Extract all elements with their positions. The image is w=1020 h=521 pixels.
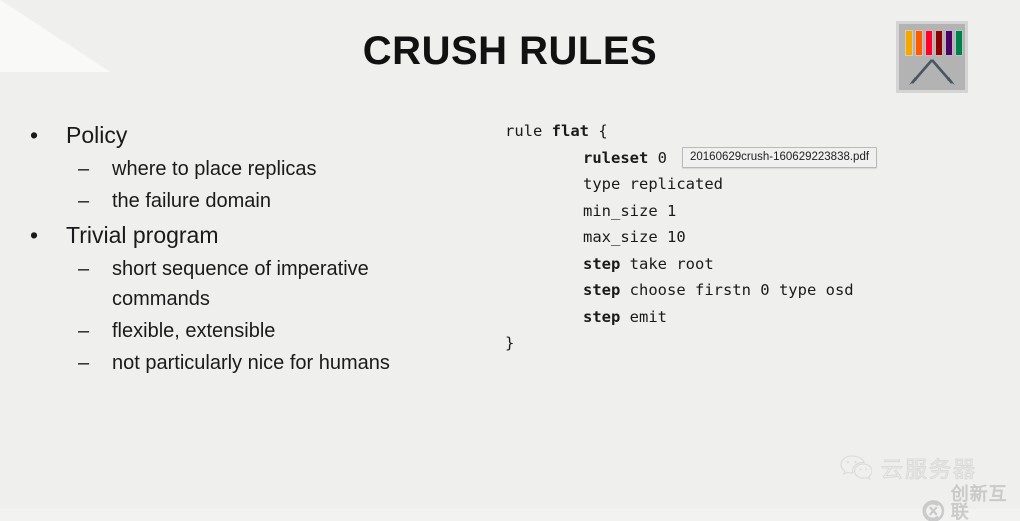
list-item-label: the failure domain xyxy=(112,190,271,212)
list-item: – where to place replicas xyxy=(24,154,484,184)
code-token-bold: step xyxy=(583,254,621,273)
code-token: take root xyxy=(620,254,714,273)
logo-arrow-icon xyxy=(909,59,955,85)
code-token-bold: ruleset xyxy=(583,148,649,167)
bullet-marker-dot: • xyxy=(30,122,39,148)
list-item: • Trivial program xyxy=(24,218,484,252)
list-item-label: not particularly nice for humans xyxy=(112,352,390,374)
bullet-marker-dash: – xyxy=(78,352,90,374)
bullet-marker-dash: – xyxy=(78,158,90,180)
code-token: emit xyxy=(620,307,667,326)
logo-bar-1 xyxy=(905,30,913,56)
list-item: – not particularly nice for humans xyxy=(24,348,484,378)
wechat-watermark: 云服务器 xyxy=(840,452,977,484)
page-title: CRUSH RULES xyxy=(362,29,658,73)
code-token: rule xyxy=(505,122,552,140)
file-name-tooltip: 20160629crush-160629223838.pdf xyxy=(682,147,878,168)
logo-color-bars xyxy=(905,30,963,56)
bullet-marker-dash: – xyxy=(78,190,90,212)
wechat-icon xyxy=(840,455,872,481)
code-token-bold: step xyxy=(583,307,621,326)
code-token: { xyxy=(589,122,608,140)
code-line: } xyxy=(505,334,515,352)
code-line: step take root xyxy=(505,251,854,278)
list-item-label: Trivial program xyxy=(66,222,219,248)
logo-bar-5 xyxy=(945,30,953,56)
code-token-bold: flat xyxy=(551,122,589,140)
wechat-watermark-label: 云服务器 xyxy=(880,458,978,484)
code-token: choose firstn 0 type osd xyxy=(620,281,854,299)
bullet-list: • Policy – where to place replicas – the… xyxy=(24,118,484,380)
code-line: min_size 1 xyxy=(583,201,677,220)
code-line: max_size 10 xyxy=(583,228,686,246)
bottom-strip-decoration xyxy=(0,509,1020,521)
logo-bar-3 xyxy=(925,30,933,56)
slide-canvas: CRUSH RULES • Policy – where to place re… xyxy=(0,0,1020,521)
code-line: step emit xyxy=(505,304,854,331)
list-item: – flexible, extensible xyxy=(24,316,484,346)
code-line: rule flat { xyxy=(505,118,854,145)
logo-bar-6 xyxy=(955,30,963,56)
code-token: 0 xyxy=(648,148,667,167)
bullet-marker-dot: • xyxy=(30,222,39,248)
code-token-bold: step xyxy=(583,281,621,299)
list-item: – the failure domain xyxy=(24,186,484,216)
ceph-logo xyxy=(896,21,968,93)
list-item: • Policy xyxy=(24,118,484,152)
list-item-label: flexible, extensible xyxy=(112,320,276,342)
bullet-marker-dash: – xyxy=(78,320,90,342)
list-item-label: short sequence of imperative commands xyxy=(112,258,369,310)
code-line: type replicated xyxy=(583,175,723,193)
code-line: step choose firstn 0 type osd xyxy=(505,277,854,304)
logo-bar-2 xyxy=(915,30,923,56)
bullet-marker-dash: – xyxy=(78,258,90,280)
list-item-label: Policy xyxy=(66,122,128,148)
logo-bar-4 xyxy=(935,30,943,56)
list-item-label: where to place replicas xyxy=(112,158,317,180)
list-item: – short sequence of imperative commands xyxy=(24,254,452,314)
